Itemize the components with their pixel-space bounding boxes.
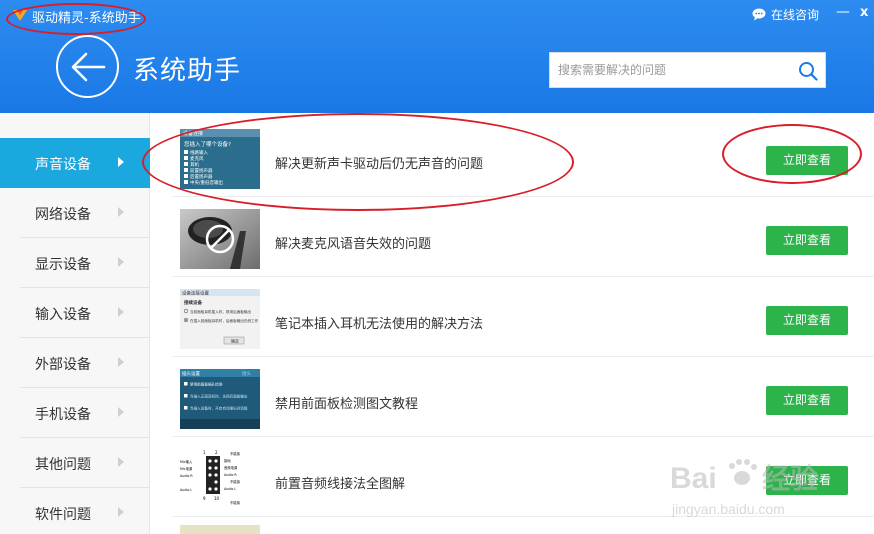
pin-label: Audio R <box>180 474 193 478</box>
pin-label: Audio R <box>224 473 237 477</box>
article-thumbnail[interactable]: 1 2 Mic输入 Mic电源 Audio R Audio L 不能接 接地 音… <box>180 449 260 509</box>
thumb-option: 在插入前面板耳机时，后面板输出仍然工作 <box>190 318 259 323</box>
pin-label: Mic输入 <box>180 459 193 464</box>
sidebar-item-label: 网络设备 <box>35 207 91 223</box>
category-sidebar: 声音设备 网络设备 显示设备 输入设备 外部设备 手机设备 其他问题 软件问题 <box>0 113 150 534</box>
list-item: 插头设置 接头 禁用前面板插孔检测 当插入正面耳机时，关闭后面板输出 当插入设备… <box>172 357 874 437</box>
pin-diagram-thumbnail: 1 2 Mic输入 Mic电源 Audio R Audio L 不能接 接地 音… <box>180 449 260 509</box>
online-chat-link[interactable]: 在线咨询 <box>752 6 819 23</box>
thumb-line: 当插入设备时，开启自动弹出对话框 <box>190 406 248 411</box>
page-title: 系统助手 <box>133 56 242 86</box>
thumb-header: 设备连接 <box>183 130 203 137</box>
back-button[interactable] <box>56 35 119 98</box>
settings-dialog-thumbnail: 设备连接设置 接续设备 当前面板耳机插入时，禁用后面板输出 在插入前面板耳机时，… <box>180 289 260 349</box>
search-input[interactable] <box>550 53 790 87</box>
chevron-right-icon <box>118 407 124 417</box>
chevron-right-icon <box>118 307 124 317</box>
sidebar-item-label: 软件问题 <box>35 507 91 523</box>
article-thumbnail[interactable] <box>180 209 260 269</box>
thumb-line: 禁用前面板插孔检测 <box>190 382 223 387</box>
article-title[interactable]: 笔记本插入耳机无法使用的解决方法 <box>275 313 483 332</box>
sidebar-item-display[interactable]: 显示设备 <box>0 238 150 288</box>
thumb-header: 设备连接设置 <box>182 290 209 297</box>
sidebar-item-external[interactable]: 外部设备 <box>0 338 150 388</box>
thumb-option: 中央/重低音输出 <box>190 179 224 186</box>
sidebar-item-label: 声音设备 <box>35 157 91 173</box>
device-dialog-thumbnail: 设备连接 您插入了哪个设备? 线路输入 麦克风 耳机 前置扬声器 后置扬声器 中… <box>180 129 260 189</box>
article-list: 设备连接 您插入了哪个设备? 线路输入 麦克风 耳机 前置扬声器 后置扬声器 中… <box>150 113 874 534</box>
chevron-right-icon <box>118 357 124 367</box>
thumb-option: 前置扬声器 <box>190 167 213 174</box>
pin-label: 不能接 <box>230 451 241 456</box>
list-item: 设备连接设置 接续设备 当前面板耳机插入时，禁用后面板输出 在插入前面板耳机时，… <box>172 277 874 357</box>
view-now-button[interactable]: 立即查看 <box>766 226 848 255</box>
pin-label: 音频电源 <box>224 465 238 470</box>
article-title[interactable]: 前置音频线接法全图解 <box>275 473 405 492</box>
microphone-thumbnail <box>180 209 260 269</box>
thumb-section: 接续设备 <box>184 299 202 306</box>
app-logo-icon <box>13 10 27 21</box>
sidebar-item-network[interactable]: 网络设备 <box>0 188 150 238</box>
pin-label: 不能接 <box>230 500 241 505</box>
article-title[interactable]: 解决麦克风语音失效的问题 <box>275 233 431 252</box>
jack-settings-thumbnail: 插头设置 接头 禁用前面板插孔检测 当插入正面耳机时，关闭后面板输出 当插入设备… <box>180 369 260 429</box>
thumb-line: 当插入正面耳机时，关闭后面板输出 <box>190 394 248 399</box>
thumb-right: 接头 <box>242 370 251 377</box>
sidebar-item-label: 输入设备 <box>35 307 91 323</box>
list-item: 解决麦克风语音失效的问题 立即查看 <box>172 197 874 277</box>
sidebar-item-input[interactable]: 输入设备 <box>0 288 150 338</box>
sidebar-item-label: 显示设备 <box>35 257 91 273</box>
sidebar-item-label: 外部设备 <box>35 357 91 373</box>
chat-bubble-icon <box>752 8 766 21</box>
pin-label: 接地 <box>224 458 231 463</box>
article-title[interactable]: 禁用前面板检测图文教程 <box>275 393 418 412</box>
view-now-button[interactable]: 立即查看 <box>766 466 848 495</box>
thumb-option: 耳机 <box>190 161 199 168</box>
thumb-question: 您插入了哪个设备? <box>184 140 231 148</box>
thumb-ok: 确定 <box>231 338 239 344</box>
sidebar-item-phone[interactable]: 手机设备 <box>0 388 150 438</box>
chat-label: 在线咨询 <box>771 8 820 22</box>
thumb-option: 麦克风 <box>190 155 204 162</box>
thumb-option: 当前面板耳机插入时，禁用后面板输出 <box>190 309 251 314</box>
thumb-header: 插头设置 <box>182 370 200 377</box>
chevron-right-icon <box>118 157 124 167</box>
search-box[interactable] <box>549 52 826 88</box>
sidebar-item-label: 其他问题 <box>35 457 91 473</box>
view-now-button[interactable]: 立即查看 <box>766 306 848 335</box>
list-item: 设备连接 您插入了哪个设备? 线路输入 麦克风 耳机 前置扬声器 后置扬声器 中… <box>172 117 874 197</box>
app-header: 驱动精灵-系统助手 在线咨询 — x 系统助手 <box>0 0 874 113</box>
article-thumbnail[interactable]: 设备连接 您插入了哪个设备? 线路输入 麦克风 耳机 前置扬声器 后置扬声器 中… <box>180 129 260 189</box>
pin-label: Audio L <box>180 488 192 492</box>
sidebar-item-sound[interactable]: 声音设备 <box>0 138 150 188</box>
search-icon[interactable] <box>798 61 818 81</box>
pin-label: 不能接 <box>230 479 241 484</box>
sidebar-item-label: 手机设备 <box>35 407 91 423</box>
article-thumbnail[interactable]: 插头设置 接头 禁用前面板插孔检测 当插入正面耳机时，关闭后面板输出 当插入设备… <box>180 369 260 429</box>
title-bar[interactable]: 驱动精灵-系统助手 在线咨询 — x <box>0 0 874 30</box>
chevron-right-icon <box>118 257 124 267</box>
close-button[interactable]: x <box>860 5 868 20</box>
minimize-button[interactable]: — <box>836 4 850 20</box>
view-now-button[interactable]: 立即查看 <box>766 146 848 175</box>
view-now-button[interactable]: 立即查看 <box>766 386 848 415</box>
arrow-left-icon <box>71 52 106 82</box>
chevron-right-icon <box>118 457 124 467</box>
thumb-option: 线路输入 <box>190 149 208 156</box>
list-item: 1 2 Mic输入 Mic电源 Audio R Audio L 不能接 接地 音… <box>172 437 874 517</box>
sidebar-item-software[interactable]: 软件问题 <box>0 488 150 534</box>
divider <box>172 516 874 517</box>
sidebar-item-other[interactable]: 其他问题 <box>0 438 150 488</box>
chevron-right-icon <box>118 207 124 217</box>
article-title[interactable]: 解决更新声卡驱动后仍无声音的问题 <box>275 153 483 172</box>
pin-label: Mic电源 <box>180 466 193 471</box>
pin-label: Audio L <box>224 487 236 491</box>
thumb-option: 后置扬声器 <box>190 173 213 180</box>
window-title: 驱动精灵-系统助手 <box>32 11 141 26</box>
chevron-right-icon <box>118 507 124 517</box>
partial-thumbnail <box>180 525 260 534</box>
pin-number: 10 <box>214 496 220 501</box>
article-thumbnail[interactable]: 设备连接设置 接续设备 当前面板耳机插入时，禁用后面板输出 在插入前面板耳机时，… <box>180 289 260 349</box>
